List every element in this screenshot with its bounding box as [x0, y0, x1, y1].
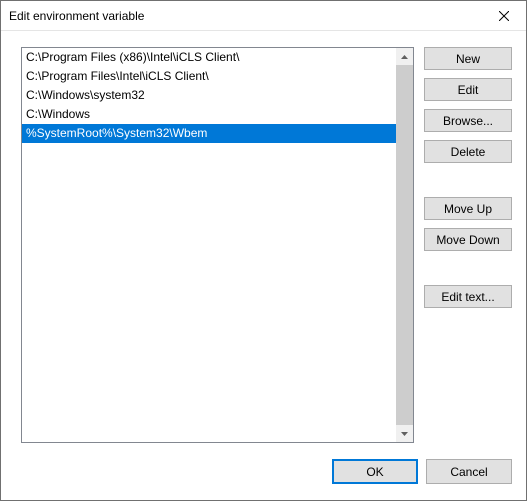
list-item[interactable]: C:\Windows [22, 105, 396, 124]
cancel-button[interactable]: Cancel [426, 459, 512, 484]
delete-button[interactable]: Delete [424, 140, 512, 163]
close-icon [499, 11, 509, 21]
close-button[interactable] [481, 1, 526, 30]
button-spacer-2 [424, 259, 512, 285]
list-item[interactable]: C:\Program Files\Intel\iCLS Client\ [22, 67, 396, 86]
titlebar-buttons [481, 1, 526, 30]
path-listbox[interactable]: C:\Program Files (x86)\Intel\iCLS Client… [21, 47, 414, 443]
move-down-button[interactable]: Move Down [424, 228, 512, 251]
scroll-thumb[interactable] [396, 65, 413, 425]
move-up-button[interactable]: Move Up [424, 197, 512, 220]
edit-text-button[interactable]: Edit text... [424, 285, 512, 308]
dialog-footer: OK Cancel [1, 451, 526, 500]
list-items-container: C:\Program Files (x86)\Intel\iCLS Client… [22, 48, 396, 442]
edit-button[interactable]: Edit [424, 78, 512, 101]
content-area: C:\Program Files (x86)\Intel\iCLS Client… [1, 31, 526, 451]
dialog-window: Edit environment variable C:\Program Fil… [0, 0, 527, 501]
browse-button[interactable]: Browse... [424, 109, 512, 132]
scroll-track[interactable] [396, 65, 413, 425]
new-button[interactable]: New [424, 47, 512, 70]
button-spacer-1 [424, 171, 512, 197]
window-title: Edit environment variable [9, 9, 144, 23]
side-button-column: New Edit Browse... Delete Move Up Move D… [424, 47, 512, 443]
scroll-down-arrow[interactable] [396, 425, 413, 442]
chevron-up-icon [401, 55, 408, 59]
list-item[interactable]: %SystemRoot%\System32\Wbem [22, 124, 396, 143]
titlebar: Edit environment variable [1, 1, 526, 31]
list-item[interactable]: C:\Windows\system32 [22, 86, 396, 105]
ok-button[interactable]: OK [332, 459, 418, 484]
scroll-up-arrow[interactable] [396, 48, 413, 65]
vertical-scrollbar[interactable] [396, 48, 413, 442]
list-item[interactable]: C:\Program Files (x86)\Intel\iCLS Client… [22, 48, 396, 67]
chevron-down-icon [401, 432, 408, 436]
